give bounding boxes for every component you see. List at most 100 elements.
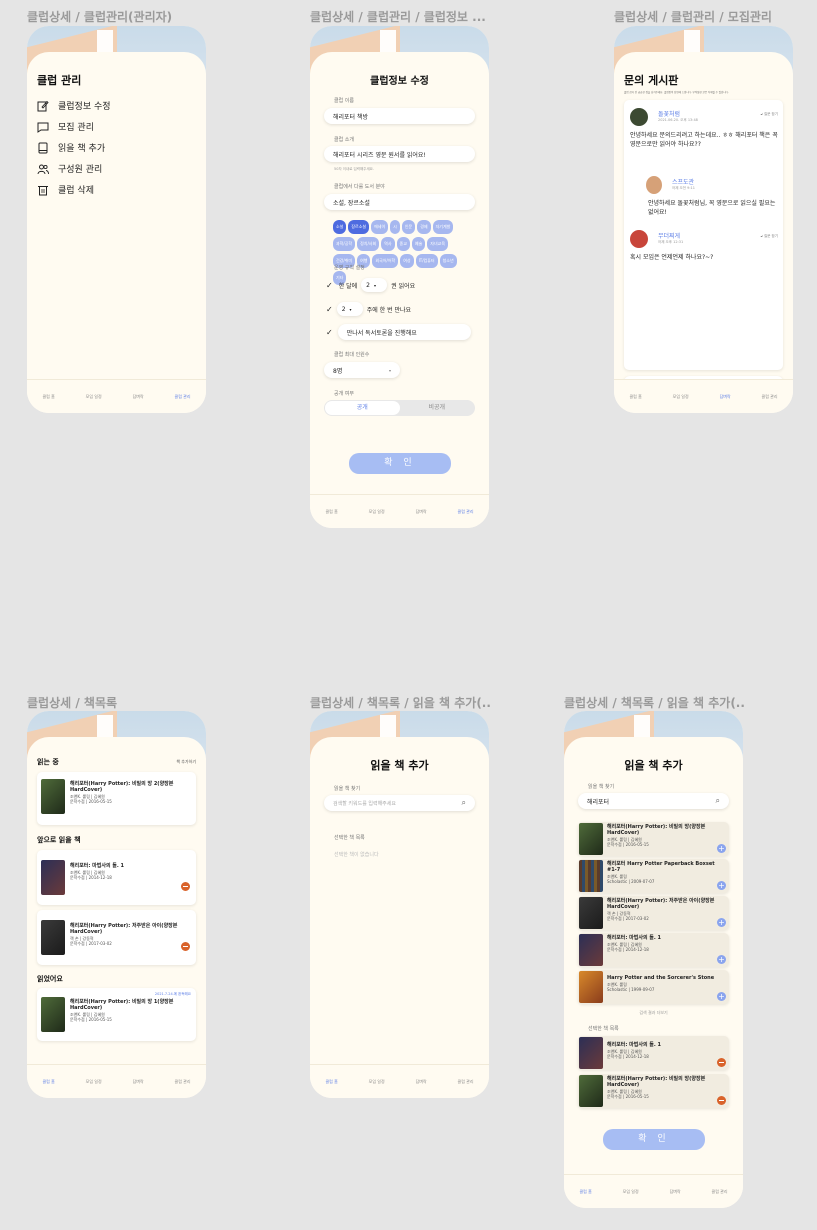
chip[interactable]: 과학/공학 — [333, 237, 356, 251]
menu-delete-club[interactable]: 클럽 삭제 — [37, 183, 94, 196]
remove-book-button[interactable] — [181, 942, 190, 951]
tab-wall[interactable]: 담벼락 — [133, 394, 144, 400]
tab-home[interactable]: 클럽 홈 — [325, 1079, 337, 1085]
intro-input[interactable]: 해리포터 시리즈 영문 원서를 읽어요! — [324, 146, 475, 162]
chip[interactable]: 청소년 — [439, 254, 457, 268]
post-text: 안녕하세요 문의드리려고 하는데요.. ㅎㅎ 해리포터 책은 꼭 영문으로만 읽… — [630, 132, 778, 148]
post-time: 2021.06.20. 오후 13:48 — [658, 118, 698, 122]
remove-book-button[interactable] — [181, 882, 190, 891]
tab-manage[interactable]: 클럽 관리 — [175, 1079, 191, 1085]
search-input[interactable]: 검색할 키워드를 입력해주세요 ⌕ — [324, 795, 475, 811]
more-results-link[interactable]: 검색 결과 더보기 — [564, 1010, 743, 1016]
tab-home[interactable]: 클럽 홈 — [579, 1189, 591, 1195]
add-book-button[interactable]: + — [717, 992, 726, 1001]
chip[interactable]: 시 — [390, 220, 400, 234]
tab-manage[interactable]: 클럽 관리 — [762, 394, 778, 400]
search-icon[interactable]: ⌕ — [462, 798, 466, 808]
name-input[interactable]: 해리포터 책방 — [324, 108, 475, 124]
result-card[interactable]: 해리포터(Harry Potter): 저주받은 아이(양장본 HardCove… — [578, 896, 729, 930]
tab-schedule[interactable]: 모임 일정 — [369, 509, 385, 515]
add-book-button[interactable]: + — [717, 955, 726, 964]
rule-2[interactable]: ✓ 2 ▾ 주에 한 번 만나요 — [326, 301, 411, 317]
result-card[interactable]: Harry Potter and the Sorcerer's Stone 조앤… — [578, 970, 729, 1004]
chip[interactable]: 정치/사회 — [357, 237, 380, 251]
rule-1[interactable]: ✓ 한 달에 2 ▾ 권 읽어요 — [326, 277, 415, 293]
menu-add-book[interactable]: 읽을 책 추가 — [37, 141, 105, 154]
chip[interactable]: 예술 — [411, 237, 426, 251]
public-off[interactable]: 비공개 — [400, 401, 475, 415]
lock-toggle[interactable]: 🔓︎ 질문 잠기 — [761, 234, 778, 239]
result-card[interactable]: 해리포터 Harry Potter Paperback Boxset #1-7 … — [578, 859, 729, 893]
chip[interactable]: 에세이 — [371, 220, 389, 234]
tab-schedule[interactable]: 모임 일정 — [673, 394, 689, 400]
name-value: 해리포터 책방 — [333, 113, 369, 121]
menu-recruit[interactable]: 모집 관리 — [37, 120, 94, 133]
tab-manage[interactable]: 클럽 관리 — [458, 1079, 474, 1085]
rule-3[interactable]: ✓ 만나서 독서토론을 진행해요 — [326, 324, 471, 340]
rule1-select[interactable]: 2 ▾ — [361, 278, 388, 292]
chevron-down-icon: ▾ — [374, 282, 377, 288]
chip[interactable]: 종교 — [396, 237, 410, 251]
add-book-button[interactable]: + — [717, 881, 726, 890]
menu-members[interactable]: 구성원 관리 — [37, 162, 102, 175]
result-card[interactable]: 해리포터: 마법사의 돌. 1 조앤K. 롤링 | 김혜원 문학수첩 | 201… — [578, 933, 729, 967]
tab-home[interactable]: 클럽 홈 — [42, 1079, 54, 1085]
book-card[interactable]: 해리포터(Harry Potter): 저주받은 아이(양장본 HardCove… — [37, 910, 196, 965]
book-card[interactable]: 해리포터(Harry Potter): 비밀의 방 2(양장본 HardCove… — [37, 772, 196, 825]
add-book-button[interactable]: + — [717, 918, 726, 927]
addbook-results-screen: 읽을 책 추가 읽을 책 찾기 해리포터 ⌕ 해리포터(Harry Potter… — [564, 711, 743, 1208]
chip[interactable]: 소설 — [333, 220, 347, 234]
chip[interactable]: 자기계발 — [432, 220, 454, 234]
reply-time: 어제 오전 9:11 — [672, 186, 695, 190]
tab-schedule[interactable]: 모임 일정 — [623, 1189, 639, 1195]
add-book-link[interactable]: 책 추가하기 — [176, 759, 196, 765]
tab-home[interactable]: 클럽 홈 — [325, 509, 337, 515]
tab-home[interactable]: 클럽 홈 — [42, 394, 54, 400]
tab-wall[interactable]: 담벼락 — [720, 394, 731, 400]
confirm-button[interactable]: 확 인 — [603, 1129, 705, 1150]
chip[interactable]: 장르소설 — [348, 220, 370, 234]
max-select[interactable]: 8명 ▾ — [324, 362, 400, 378]
chip[interactable]: IT/컴퓨터 — [415, 254, 438, 268]
chip[interactable]: 경제 — [417, 220, 431, 234]
chip[interactable]: 여성 — [400, 254, 414, 268]
menu-edit-club[interactable]: 클럽정보 수정 — [37, 99, 111, 112]
result-card[interactable]: 해리포터(Harry Potter): 비밀의 방(양장본 HardCover)… — [578, 822, 729, 856]
chip[interactable]: 인문 — [401, 220, 416, 234]
tab-wall[interactable]: 담벼락 — [133, 1079, 144, 1085]
chip[interactable]: 역사 — [381, 237, 395, 251]
remove-book-button[interactable] — [717, 1058, 726, 1067]
selected-card[interactable]: 해리포터: 마법사의 돌. 1 조앤K. 롤링 | 김혜원 문학수첩 | 201… — [578, 1036, 729, 1070]
tab-manage[interactable]: 클럽 관리 — [175, 394, 191, 400]
tab-wall[interactable]: 담벼락 — [416, 1079, 427, 1085]
section-done: 읽었어요 — [37, 975, 63, 983]
tab-wall[interactable]: 담벼락 — [416, 509, 427, 515]
remove-book-button[interactable] — [717, 1096, 726, 1105]
lock-toggle[interactable]: 🔓︎ 질문 잠기 — [761, 112, 778, 117]
tab-manage[interactable]: 클럽 관리 — [458, 509, 474, 515]
book-card[interactable]: 해리포터: 마법사의 돌. 1 조앤K. 롤링 | 김혜원 문학수첩 | 201… — [37, 850, 196, 905]
confirm-button[interactable]: 확 인 — [349, 453, 451, 474]
search-input[interactable]: 해리포터 ⌕ — [578, 793, 729, 809]
rule3-field[interactable]: 만나서 독서토론을 진행해요 — [337, 324, 471, 340]
tab-bar: 클럽 홈 모임 일정 담벼락 클럽 관리 — [564, 1174, 743, 1208]
book-cover — [41, 860, 65, 895]
rule2-select[interactable]: 2 ▾ — [336, 302, 363, 316]
tab-home[interactable]: 클럽 홈 — [629, 394, 641, 400]
tab-schedule[interactable]: 모임 일정 — [86, 394, 102, 400]
tab-schedule[interactable]: 모임 일정 — [86, 1079, 102, 1085]
genre-input[interactable]: 소설, 장르소설 — [324, 194, 475, 210]
page-title: 읽을 책 추가 — [370, 759, 429, 772]
public-on[interactable]: 공개 — [325, 401, 400, 415]
book-card[interactable]: 2021.7.24.에 완독해요 해리포터(Harry Potter): 비밀의… — [37, 988, 196, 1041]
add-book-button[interactable]: + — [717, 844, 726, 853]
check-icon: ✓ — [326, 304, 333, 314]
sheet: 클럽 관리 클럽정보 수정 모집 관리 읽을 책 추가 구성원 관리 클럽 삭제… — [27, 52, 206, 413]
chip[interactable]: 자녀교육 — [427, 237, 449, 251]
tab-manage[interactable]: 클럽 관리 — [712, 1189, 728, 1195]
tab-wall[interactable]: 담벼락 — [670, 1189, 681, 1195]
search-icon[interactable]: ⌕ — [716, 796, 720, 806]
selected-card[interactable]: 해리포터(Harry Potter): 비밀의 방(양장본 HardCover)… — [578, 1074, 729, 1108]
tab-schedule[interactable]: 모임 일정 — [369, 1079, 385, 1085]
chip[interactable]: 외국어/어학 — [372, 254, 399, 268]
